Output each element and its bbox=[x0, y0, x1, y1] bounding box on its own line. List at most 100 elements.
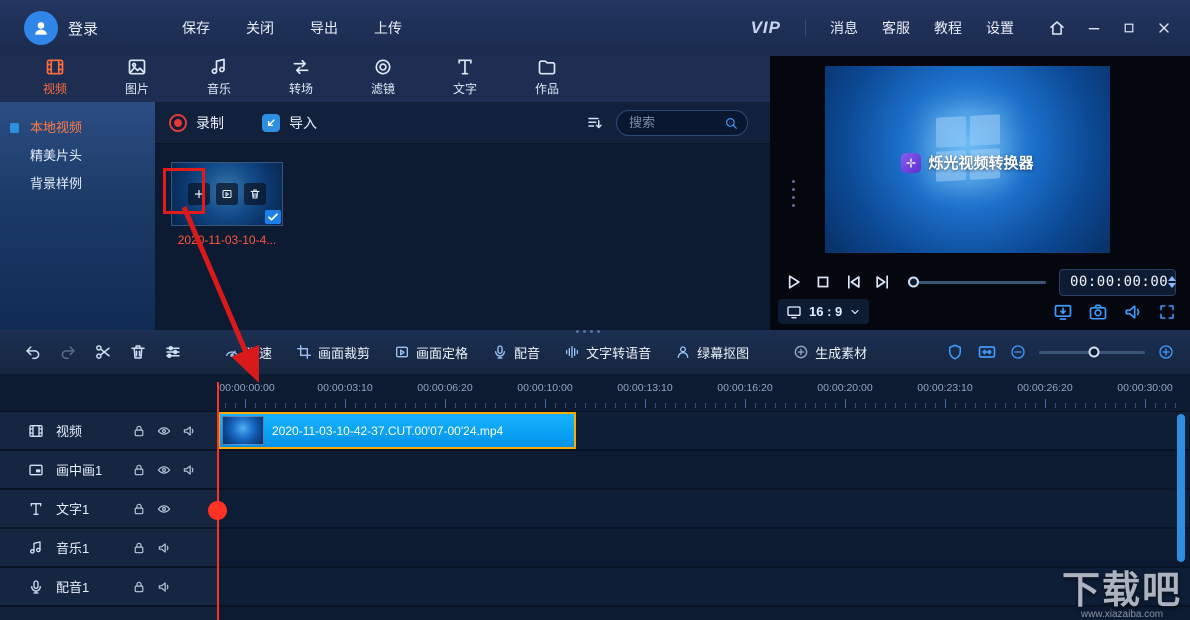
zoom-in-icon[interactable] bbox=[1158, 344, 1174, 360]
lane-voice[interactable] bbox=[217, 568, 1190, 605]
tab-video[interactable]: 视频 bbox=[14, 57, 96, 97]
undo-icon[interactable] bbox=[24, 343, 42, 361]
timecode-stepper[interactable] bbox=[1168, 276, 1177, 288]
divider bbox=[805, 20, 806, 36]
sidebar-item-intros[interactable]: 精美片头 bbox=[0, 142, 155, 170]
sort-icon[interactable] bbox=[586, 114, 604, 132]
aspect-ratio-dropdown[interactable]: 16 : 9 bbox=[778, 299, 870, 324]
track-manager-icon[interactable] bbox=[164, 343, 182, 361]
track-header-text[interactable]: 文字1 bbox=[0, 490, 217, 527]
track-header-pip[interactable]: 画中画1 bbox=[0, 451, 217, 488]
zoom-out-icon[interactable] bbox=[1010, 344, 1026, 360]
speaker-icon[interactable] bbox=[182, 424, 196, 438]
panel-splitter-vertical[interactable] bbox=[791, 180, 795, 207]
seek-knob[interactable] bbox=[908, 276, 919, 288]
timeline-scrollbar[interactable] bbox=[1177, 414, 1185, 562]
tab-works[interactable]: 作品 bbox=[506, 57, 588, 97]
lane-text[interactable] bbox=[217, 490, 1190, 527]
maximize-icon[interactable] bbox=[1122, 21, 1136, 35]
skip-end-button[interactable] bbox=[868, 272, 898, 292]
cut-scissors-icon[interactable] bbox=[94, 343, 112, 361]
search-input[interactable] bbox=[629, 115, 724, 130]
lane-music[interactable] bbox=[217, 529, 1190, 566]
speaker-icon[interactable] bbox=[157, 580, 171, 594]
search-icon[interactable] bbox=[724, 116, 738, 130]
playhead-handle[interactable] bbox=[208, 501, 227, 520]
lock-icon[interactable] bbox=[132, 541, 146, 555]
home-icon[interactable] bbox=[1048, 19, 1066, 37]
menu-save[interactable]: 保存 bbox=[182, 18, 210, 38]
menu-close-project[interactable]: 关闭 bbox=[246, 18, 274, 38]
timeline-ruler[interactable]: 00:00:00:00 00:00:03:10 00:00:06:20 00:0… bbox=[0, 374, 1190, 412]
speaker-icon[interactable] bbox=[157, 541, 171, 555]
eye-icon[interactable] bbox=[157, 502, 171, 516]
lock-icon[interactable] bbox=[132, 424, 146, 438]
preview-screen: 烁光视频转换器 bbox=[825, 66, 1110, 253]
green-screen-button[interactable]: 绿幕抠图 bbox=[675, 343, 749, 362]
media-item[interactable]: 2020-11-03-10-4... bbox=[171, 162, 283, 247]
vip-badge[interactable]: VIP bbox=[751, 18, 781, 38]
eye-icon[interactable] bbox=[157, 424, 171, 438]
crop-button[interactable]: 画面裁剪 bbox=[296, 343, 370, 362]
sidebar-item-backgrounds[interactable]: 背景样例 bbox=[0, 170, 155, 198]
lock-icon[interactable] bbox=[132, 580, 146, 594]
lane-pip[interactable] bbox=[217, 451, 1190, 488]
skip-start-button[interactable] bbox=[838, 272, 868, 292]
dubbing-button[interactable]: 配音 bbox=[492, 343, 540, 362]
lane-video[interactable]: 2020-11-03-10-42-37.CUT.00'07-00'24.mp4 bbox=[217, 412, 1190, 449]
track-header-music[interactable]: 音乐1 bbox=[0, 529, 217, 566]
lock-icon[interactable] bbox=[132, 502, 146, 516]
menu-upload[interactable]: 上传 bbox=[374, 18, 402, 38]
screen-record-icon[interactable] bbox=[1053, 302, 1073, 322]
freeze-frame-button[interactable]: 画面定格 bbox=[394, 343, 468, 362]
brand-icon bbox=[901, 152, 922, 173]
zoom-knob[interactable] bbox=[1088, 346, 1100, 358]
crop-icon bbox=[296, 344, 312, 360]
preview-clip-button[interactable] bbox=[216, 183, 238, 205]
tab-filter[interactable]: 滤镜 bbox=[342, 57, 424, 97]
menu-messages[interactable]: 消息 bbox=[830, 18, 858, 38]
redo-icon[interactable] bbox=[59, 343, 77, 361]
tab-music[interactable]: 音乐 bbox=[178, 57, 260, 97]
menu-tutorials[interactable]: 教程 bbox=[934, 18, 962, 38]
track-header-voice[interactable]: 配音1 bbox=[0, 568, 217, 605]
speed-button[interactable]: 调速 bbox=[224, 343, 272, 362]
tab-picture[interactable]: 图片 bbox=[96, 57, 178, 97]
speaker-icon[interactable] bbox=[1123, 302, 1143, 322]
generate-material-button[interactable]: 生成素材 bbox=[793, 343, 867, 362]
menu-export[interactable]: 导出 bbox=[310, 18, 338, 38]
add-to-timeline-button[interactable] bbox=[188, 183, 210, 205]
delete-clip-button[interactable] bbox=[244, 183, 266, 205]
tab-text[interactable]: 文字 bbox=[424, 57, 506, 97]
fit-timeline-icon[interactable] bbox=[977, 342, 997, 362]
image-icon bbox=[127, 57, 147, 77]
tab-transition[interactable]: 转场 bbox=[260, 57, 342, 97]
person-cutout-icon bbox=[675, 344, 691, 360]
panel-splitter-horizontal[interactable] bbox=[576, 330, 600, 333]
close-icon[interactable] bbox=[1156, 20, 1172, 36]
speaker-icon[interactable] bbox=[182, 463, 196, 477]
eye-icon[interactable] bbox=[157, 463, 171, 477]
snapshot-camera-icon[interactable] bbox=[1088, 302, 1108, 322]
sidebar-item-local-video[interactable]: 本地视频 bbox=[0, 114, 155, 142]
import-button[interactable]: 导入 bbox=[262, 113, 317, 133]
minimize-icon[interactable] bbox=[1086, 20, 1102, 36]
menu-settings[interactable]: 设置 bbox=[986, 18, 1014, 38]
seek-slider[interactable] bbox=[908, 276, 1046, 288]
shield-icon[interactable] bbox=[946, 343, 964, 361]
menu-support[interactable]: 客服 bbox=[882, 18, 910, 38]
media-tabstrip: 视频 图片 音乐 转场 滤镜 文字 作品 bbox=[0, 56, 770, 102]
text-to-speech-button[interactable]: 文字转语音 bbox=[564, 343, 651, 362]
delete-trash-icon[interactable] bbox=[129, 343, 147, 361]
play-button[interactable] bbox=[778, 272, 808, 292]
record-button[interactable]: 录制 bbox=[169, 113, 224, 133]
media-thumbnail[interactable] bbox=[171, 162, 283, 226]
zoom-slider[interactable] bbox=[1039, 346, 1145, 358]
login-link[interactable]: 登录 bbox=[68, 18, 98, 39]
lock-icon[interactable] bbox=[132, 463, 146, 477]
fullscreen-icon[interactable] bbox=[1158, 303, 1176, 321]
film-icon bbox=[28, 423, 44, 439]
track-header-video[interactable]: 视频 bbox=[0, 412, 217, 449]
stop-button[interactable] bbox=[808, 272, 838, 292]
timeline-clip[interactable]: 2020-11-03-10-42-37.CUT.00'07-00'24.mp4 bbox=[218, 412, 576, 449]
